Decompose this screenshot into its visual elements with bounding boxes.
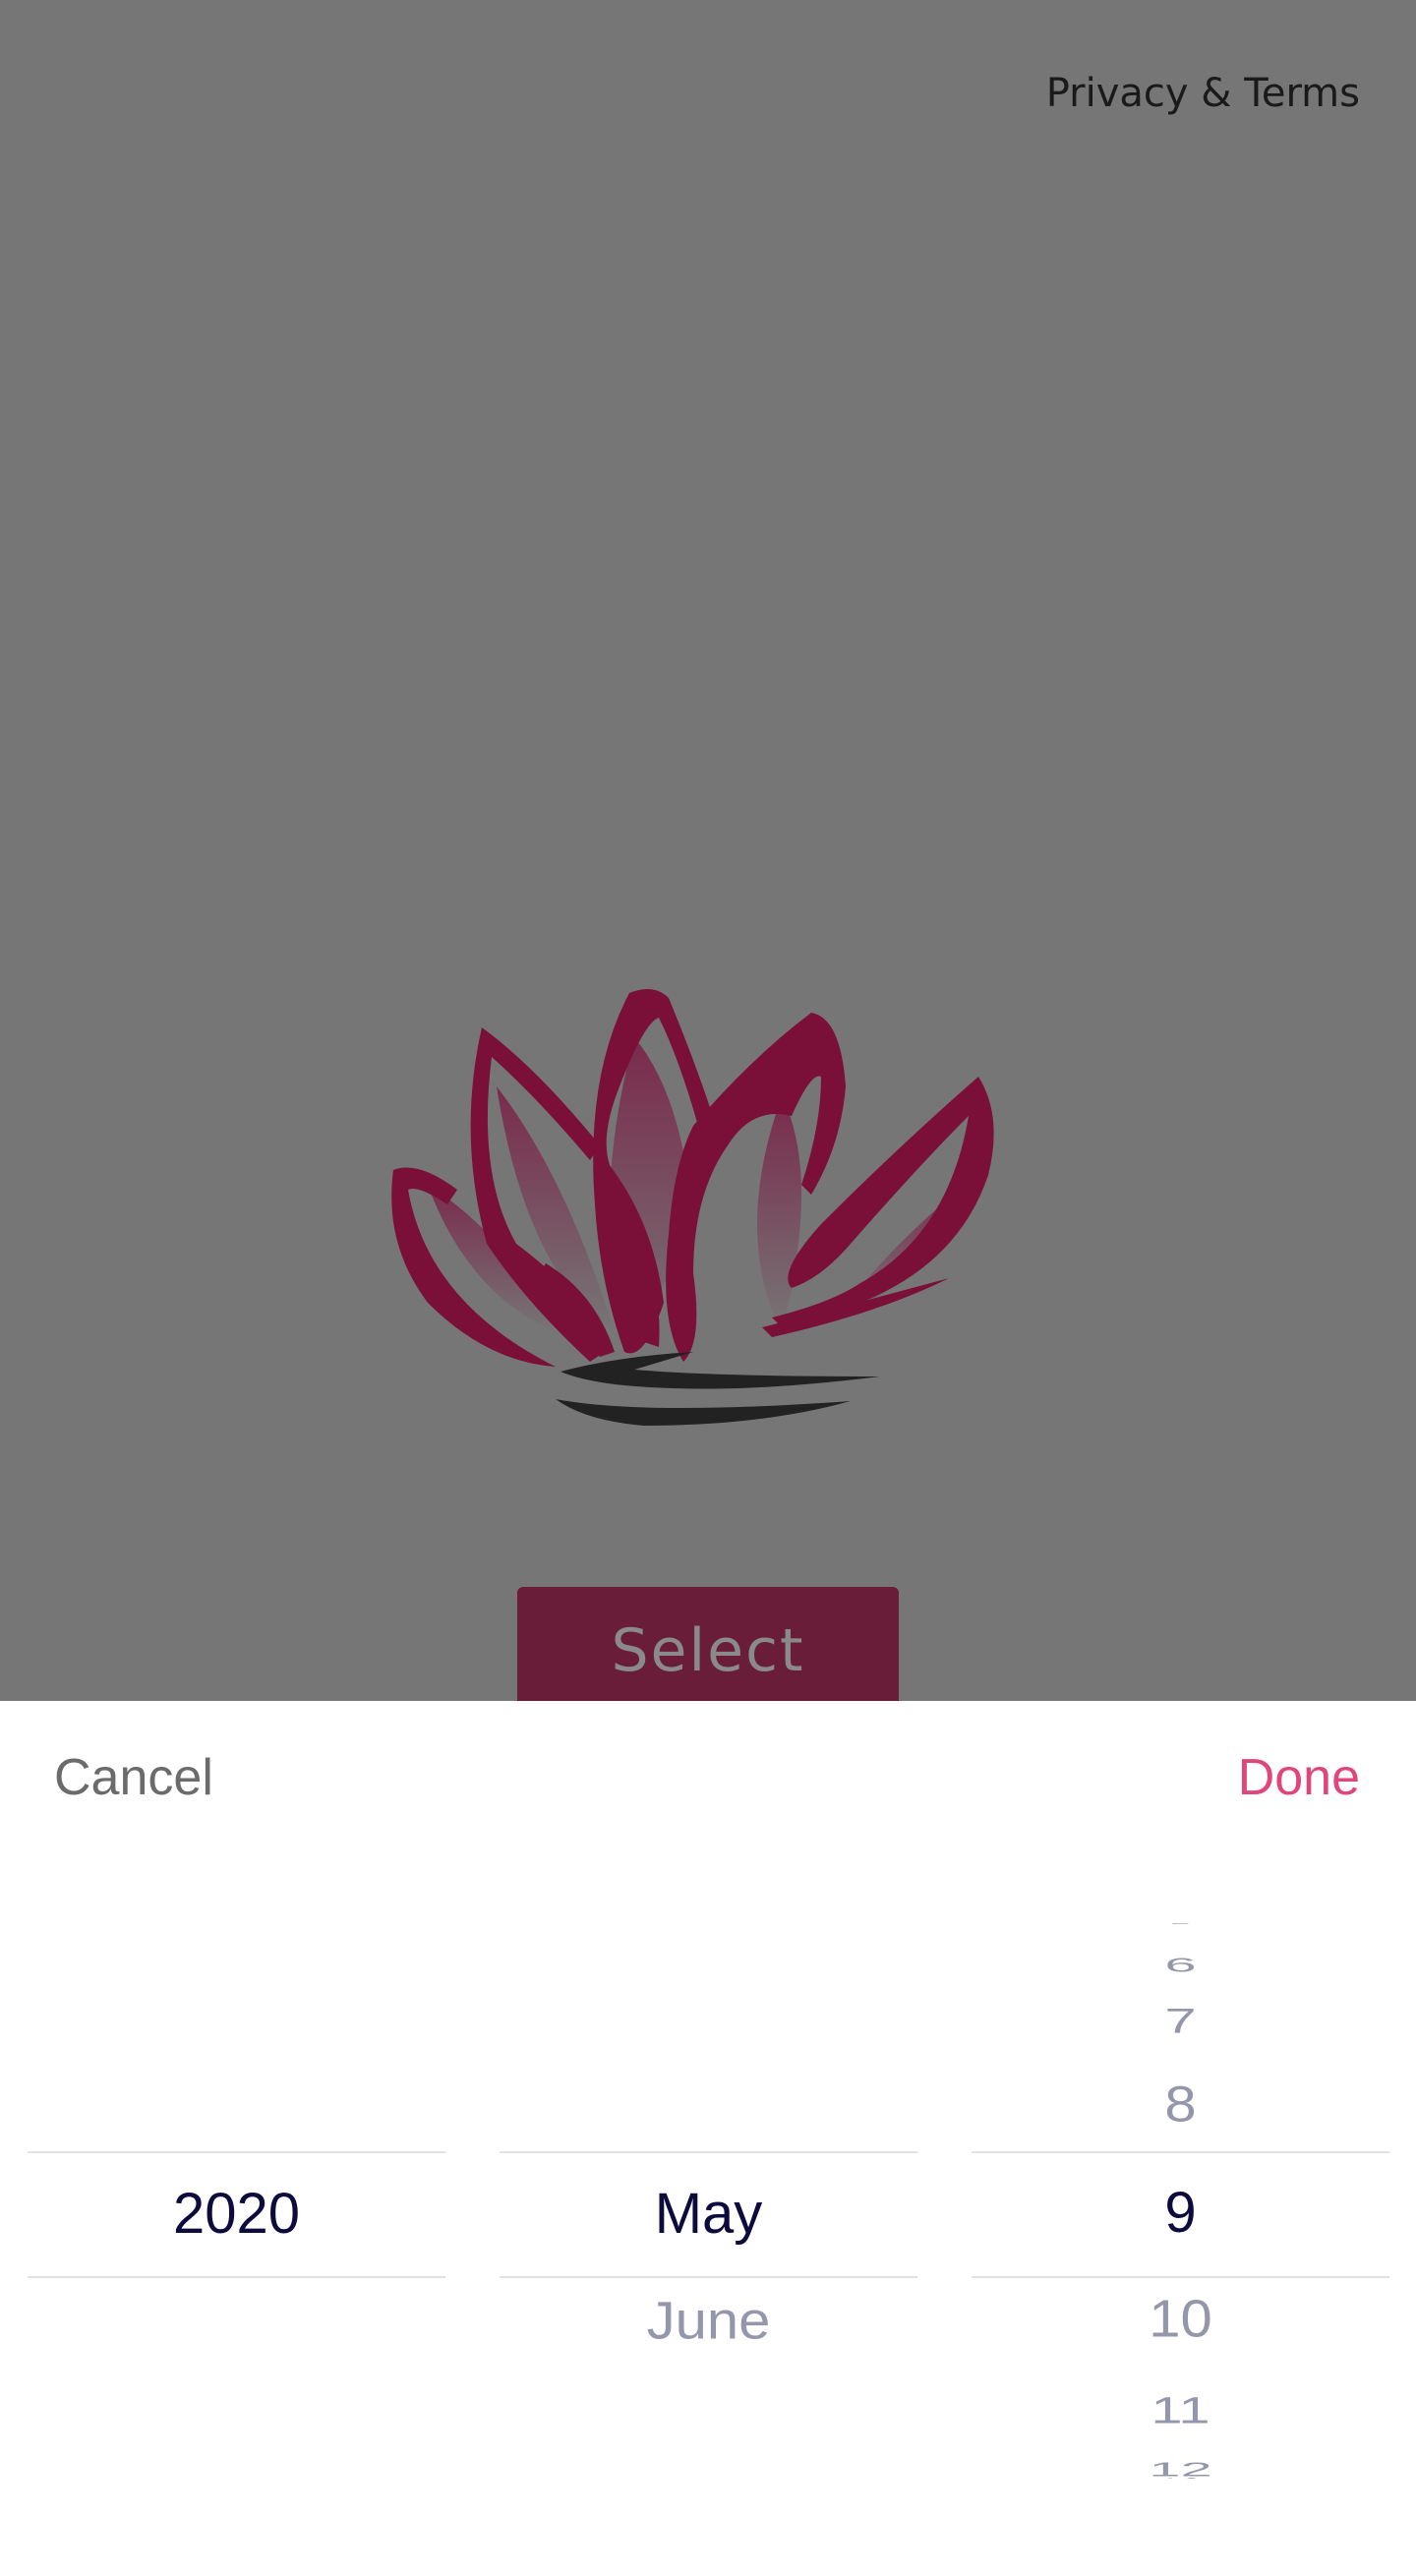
day-option[interactable]: 6 (972, 1956, 1389, 1975)
day-option[interactable]: 13 (972, 2473, 1389, 2479)
day-wheel[interactable]: 5 6 7 8 9 10 11 12 13 (972, 1701, 1389, 2576)
month-option[interactable]: June (500, 2295, 917, 2347)
selection-line-bottom (28, 2276, 445, 2278)
day-selected[interactable]: 9 (972, 2185, 1389, 2242)
day-option[interactable]: 5 (972, 1922, 1389, 1924)
select-button[interactable]: Select (517, 1587, 899, 1715)
water-lines (556, 1352, 880, 1426)
selection-line-top (28, 2151, 445, 2153)
day-option[interactable]: 11 (972, 2392, 1389, 2430)
petal-outlines (391, 989, 994, 1367)
month-selected[interactable]: May (500, 2186, 917, 2243)
lotus-logo (391, 989, 994, 1426)
privacy-terms-link[interactable]: Privacy & Terms (1046, 71, 1360, 116)
selection-line-top (500, 2151, 917, 2153)
date-picker-sheet: Cancel Done 2020 May June 5 6 7 8 9 10 1… (0, 1701, 1416, 2576)
year-wheel[interactable]: 2020 (28, 1701, 445, 2576)
day-option[interactable]: 7 (972, 2004, 1389, 2039)
year-selected[interactable]: 2020 (28, 2186, 445, 2243)
day-option[interactable]: 8 (972, 2079, 1389, 2130)
selection-line-bottom (972, 2276, 1389, 2278)
day-option[interactable]: 10 (972, 2293, 1389, 2345)
selection-line-top (972, 2151, 1389, 2153)
month-wheel[interactable]: May June (500, 1701, 917, 2576)
selection-line-bottom (500, 2276, 917, 2278)
